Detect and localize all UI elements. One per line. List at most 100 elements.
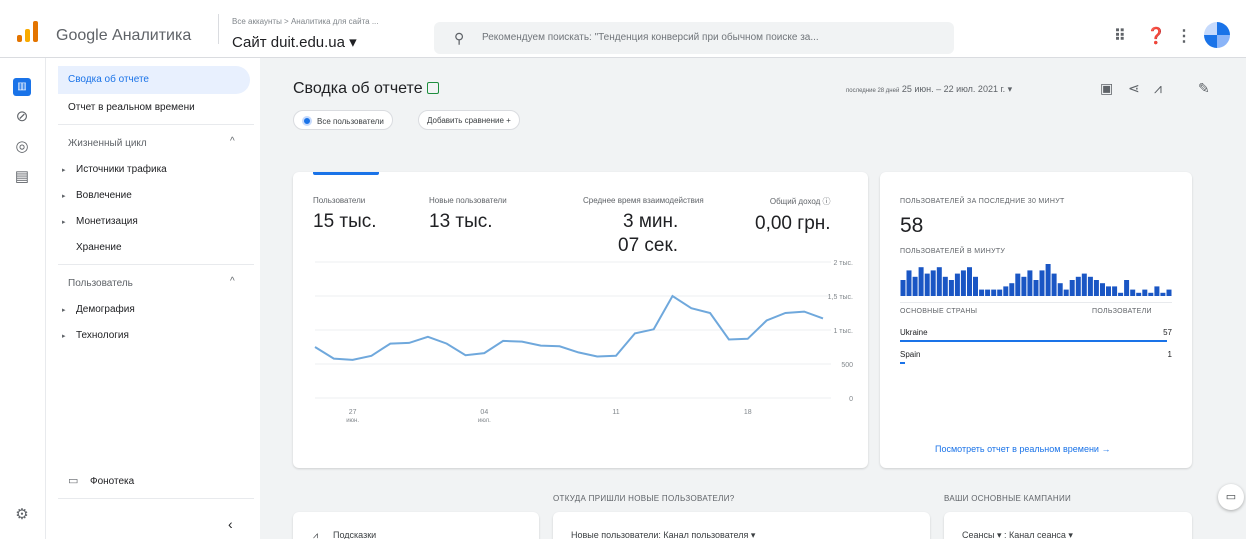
sidebar-item-library[interactable]: Фонотека: [90, 476, 134, 487]
view-realtime-link[interactable]: Посмотреть отчет в реальном времени →: [935, 444, 1110, 454]
configure-icon[interactable]: ▤: [13, 168, 31, 186]
country-share-bar: [900, 362, 906, 364]
metric-engagement-time[interactable]: Среднее время взаимодействия 3 мин. 07 с…: [583, 196, 704, 257]
x-tick-sublabel: июн.: [346, 418, 359, 424]
reports-icon[interactable]: ▥: [13, 78, 31, 96]
explore-icon[interactable]: ⊘: [13, 108, 31, 126]
minute-bar: [1112, 286, 1118, 296]
minute-bar: [1087, 276, 1093, 296]
x-tick-label: 04: [480, 409, 488, 416]
sidebar-item-tech[interactable]: Технология: [76, 330, 129, 341]
date-range-selector[interactable]: последние 28 дней 25 июн. – 22 июл. 2021…: [846, 84, 1012, 95]
minute-bar: [1057, 283, 1063, 296]
customize-icon[interactable]: [426, 82, 439, 94]
sidebar: Сводка об отчете Отчет в реальном времен…: [46, 58, 260, 539]
minute-bar: [1015, 273, 1021, 296]
metric-new-users[interactable]: Новые пользователи 13 тыс.: [429, 196, 507, 233]
search-input[interactable]: Рекомендуем поискать: "Тенденция конверс…: [482, 32, 819, 43]
metric-label: Среднее время взаимодействия: [583, 196, 704, 205]
top-bar: Google Аналитика Все аккаунты > Аналитик…: [0, 0, 1246, 58]
users-series-line: [314, 294, 824, 361]
metric-value: 15 тыс.: [313, 211, 377, 232]
minute-bar: [1136, 292, 1142, 296]
pencil-icon[interactable]: ✎: [1198, 80, 1210, 97]
breadcrumb[interactable]: Все аккаунты > Аналитика для сайта ...: [232, 17, 378, 26]
minute-bar: [1051, 273, 1057, 296]
expand-arrow-icon: ▸: [62, 167, 66, 174]
search-box[interactable]: ⚲ Рекомендуем поискать: "Тенденция конве…: [434, 22, 954, 54]
sidebar-group-user[interactable]: Пользователь: [68, 278, 133, 289]
divider: [900, 302, 1172, 303]
minute-bar: [1009, 283, 1015, 296]
y-tick-label: 2 тыс.: [833, 260, 853, 267]
minute-bar: [1039, 270, 1045, 296]
minute-bar: [991, 289, 997, 296]
expand-arrow-icon: ▸: [62, 193, 66, 200]
metric-revenue[interactable]: Общий доход ⓘ 0,00 грн.: [755, 196, 831, 235]
avatar[interactable]: [1204, 22, 1230, 48]
property-selector[interactable]: Сайт duit.edu.ua ▾: [232, 33, 357, 51]
insights-title[interactable]: Подсказки: [333, 530, 376, 539]
minute-bar: [954, 273, 960, 296]
collapse-sidebar-button[interactable]: ‹: [228, 516, 233, 532]
minute-bar: [1124, 280, 1130, 296]
minute-bar: [973, 276, 978, 296]
divider: [58, 124, 254, 125]
minute-bar: [1106, 286, 1111, 296]
column-header-country: ОСНОВНЫЕ СТРАНЫ: [900, 308, 978, 315]
page-title: Сводка об отчете: [293, 80, 439, 98]
x-tick-sublabel: июл.: [478, 418, 491, 424]
date-prefix: последние 28 дней: [846, 88, 900, 94]
all-users-chip[interactable]: Все пользователи: [293, 110, 393, 130]
sidebar-item-summary[interactable]: Сводка об отчете: [58, 66, 250, 94]
y-tick-label: 500: [841, 362, 853, 369]
minute-bar: [918, 267, 924, 296]
minute-bar: [1075, 276, 1081, 296]
date-range-value: 25 июн. – 22 июл. 2021 г. ▾: [901, 84, 1013, 94]
minute-bar: [967, 267, 972, 296]
divider: [58, 498, 254, 499]
chevron-up-icon[interactable]: ^: [230, 136, 235, 147]
share-icon[interactable]: ⋖: [1128, 80, 1140, 97]
metric-users[interactable]: Пользователи 15 тыс.: [313, 196, 377, 233]
minute-bar: [1166, 289, 1172, 296]
edit-report-icon[interactable]: ▣: [1100, 80, 1113, 97]
new-users-section-title: ОТКУДА ПРИШЛИ НОВЫЕ ПОЛЬЗОВАТЕЛИ?: [553, 494, 735, 503]
chevron-up-icon[interactable]: ^: [230, 276, 235, 287]
minute-bar: [942, 276, 948, 296]
sidebar-item-engagement[interactable]: Вовлечение: [76, 190, 132, 201]
minute-bar: [1063, 289, 1069, 296]
minute-bar: [1033, 280, 1039, 296]
insights-icon[interactable]: ⩘: [1154, 80, 1162, 97]
minute-bar: [1154, 286, 1160, 296]
metric-value: 0,00 грн.: [755, 213, 831, 234]
app-name: Google Аналитика: [56, 27, 192, 44]
add-comparison-chip[interactable]: Добавить сравнение +: [418, 110, 520, 130]
settings-icon[interactable]: ⚙: [13, 506, 31, 524]
sidebar-item-retention[interactable]: Хранение: [76, 242, 122, 253]
sidebar-item-traffic[interactable]: Источники трафика: [76, 164, 167, 175]
sidebar-item-demographics[interactable]: Демография: [76, 304, 135, 315]
dimension-selector[interactable]: Сеансы ▾ : Канал сеанса ▾: [962, 530, 1073, 539]
more-icon[interactable]: ⋮: [1176, 26, 1192, 46]
sidebar-group-lifecycle[interactable]: Жизненный цикл: [68, 138, 147, 149]
minute-bar: [960, 270, 966, 296]
minute-bar: [1045, 264, 1051, 296]
dimension-selector[interactable]: Новые пользователи: Канал пользователя ▾: [571, 530, 755, 539]
metric-label: Общий доход ⓘ: [769, 197, 831, 206]
minute-bar: [1100, 283, 1105, 296]
insights-icon: ⩘: [313, 530, 319, 539]
feedback-icon[interactable]: ▭: [1218, 484, 1244, 510]
sidebar-item-monetization[interactable]: Монетизация: [76, 216, 138, 227]
chip-label: Все пользователи: [317, 117, 384, 126]
minute-bar: [997, 289, 1003, 296]
new-users-card: Новые пользователи: Канал пользователя ▾: [553, 512, 930, 539]
x-tick-label: 11: [612, 409, 619, 416]
sidebar-item-realtime[interactable]: Отчет в реальном времени: [68, 102, 195, 113]
minute-bar: [1148, 292, 1154, 296]
apps-icon[interactable]: ⠿: [1114, 26, 1126, 46]
help-icon[interactable]: ❓: [1146, 26, 1166, 46]
advertising-icon[interactable]: ◎: [13, 138, 31, 156]
analytics-logo-icon[interactable]: [16, 20, 42, 42]
folder-icon: ▭: [68, 475, 79, 487]
